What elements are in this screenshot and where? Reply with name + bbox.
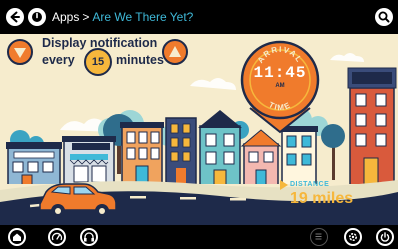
arrival-title: ARRIVAL [256, 45, 303, 65]
power-button[interactable] [376, 228, 394, 246]
breadcrumb-apps[interactable]: Apps [52, 10, 79, 24]
speedometer-icon [51, 232, 63, 241]
headphones-icon [84, 232, 94, 242]
distance-label: DISTANCE [290, 181, 330, 188]
minutes-label: minutes [116, 53, 164, 67]
breadcrumb-separator: > [82, 10, 90, 24]
dashboard-button[interactable] [48, 228, 66, 246]
power-icon [380, 232, 390, 242]
arrival-ampm: AM [275, 83, 285, 89]
top-bar: Apps > Are We There Yet? [0, 0, 398, 34]
svg-text:ARRIVAL: ARRIVAL [256, 45, 305, 65]
arrival-time: 11:45 [253, 64, 307, 82]
breadcrumb-current: Are We There Yet? [92, 10, 194, 24]
menu-button[interactable] [310, 228, 328, 246]
increase-interval-button [162, 39, 188, 65]
svg-text:TIME: TIME [267, 100, 293, 112]
decrease-interval-button [7, 39, 33, 65]
search-icon [378, 11, 390, 23]
settings-button[interactable] [344, 228, 362, 246]
app-screen: Apps > Are We There Yet? Display notific… [0, 0, 398, 249]
back-button[interactable] [6, 8, 24, 26]
gear-icon [348, 232, 358, 242]
apps-button[interactable] [28, 8, 46, 26]
menu-icon [315, 233, 322, 240]
home-button[interactable] [8, 228, 26, 246]
breadcrumb: Apps > Are We There Yet? [52, 10, 193, 24]
back-arrow-icon [10, 11, 20, 23]
trip-scene: Display notification every 15 minutes AR… [0, 34, 398, 225]
audio-button[interactable] [80, 228, 98, 246]
interval-value[interactable]: 15 [84, 48, 112, 76]
every-label: every [42, 53, 75, 67]
apps-icon [32, 12, 42, 22]
home-icon [13, 233, 21, 241]
search-button[interactable] [375, 8, 393, 26]
distance-value: 19 miles [290, 190, 354, 207]
bottom-bar [0, 225, 398, 249]
arrival-subtitle: TIME [267, 100, 291, 112]
